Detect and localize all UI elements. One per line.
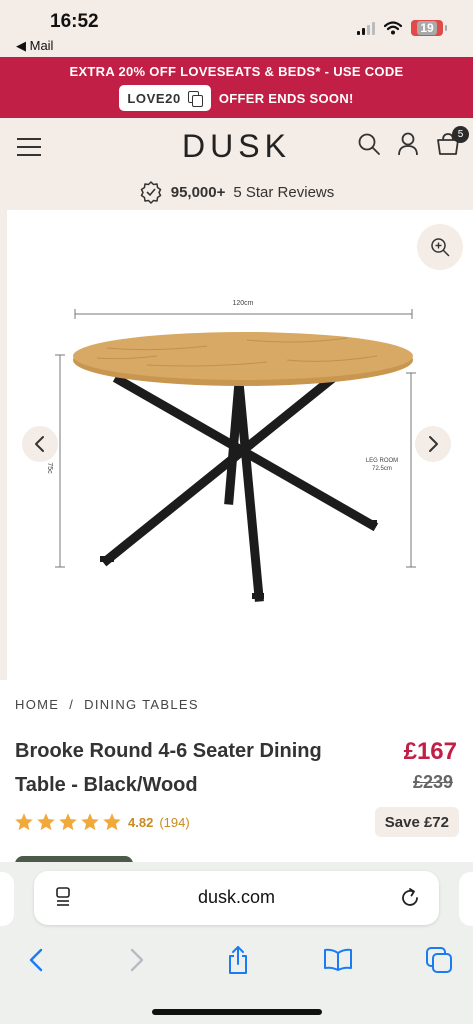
promo-banner: EXTRA 20% OFF LOVESEATS & BEDS* - USE CO… xyxy=(0,57,473,118)
share-icon xyxy=(228,946,247,974)
leg-room-value: 72.5cm xyxy=(372,466,392,472)
reviews-label: 5 Star Reviews xyxy=(233,183,335,201)
status-bar: 16:52 ◀ Mail 19 xyxy=(0,0,473,57)
review-badge-icon xyxy=(140,181,161,204)
product-price: £167 xyxy=(403,738,457,765)
zoom-button[interactable] xyxy=(417,224,463,270)
product-rating[interactable]: 4.82 (194) xyxy=(14,812,190,832)
cart-count-badge: 5 xyxy=(452,126,469,143)
width-dimension-label: 120cm xyxy=(232,300,253,307)
promo-code-copy-button[interactable]: LOVE20 xyxy=(119,85,211,111)
tabs-button[interactable] xyxy=(423,944,455,976)
rating-count: (194) xyxy=(159,814,190,830)
reload-icon[interactable] xyxy=(399,887,421,909)
clock: 16:52 xyxy=(50,11,99,32)
reviews-count: 95,000+ xyxy=(170,183,226,201)
promo-line: EXTRA 20% OFF LOVESEATS & BEDS* - USE CO… xyxy=(69,64,404,79)
battery-icon: 19 xyxy=(411,20,447,36)
back-to-mail-link[interactable]: ◀ Mail xyxy=(16,38,53,54)
chevron-right-icon xyxy=(429,436,438,452)
product-title: Brooke Round 4-6 Seater Dining Table - B… xyxy=(15,740,322,796)
previous-tab-peek[interactable] xyxy=(0,872,14,926)
breadcrumb-separator: / xyxy=(69,697,75,712)
status-icons: 19 xyxy=(357,20,447,36)
battery-level: 19 xyxy=(417,21,437,35)
search-icon[interactable] xyxy=(357,132,381,156)
address-bar[interactable]: dusk.com xyxy=(34,871,439,925)
savings-badge: Save £72 xyxy=(374,807,459,837)
back-button[interactable] xyxy=(20,944,52,976)
next-tab-peek[interactable] xyxy=(459,872,473,926)
breadcrumb: HOME / DINING TABLES xyxy=(15,697,199,712)
account-icon[interactable] xyxy=(397,132,419,156)
copy-icon xyxy=(187,90,203,107)
back-icon xyxy=(29,948,43,972)
star-icon xyxy=(59,813,77,831)
promo-ends-text: OFFER ENDS SOON! xyxy=(218,90,354,106)
forward-button[interactable] xyxy=(121,944,153,976)
forward-icon xyxy=(130,948,143,972)
share-button[interactable] xyxy=(222,944,254,976)
rating-stars xyxy=(14,812,122,832)
next-image-button[interactable] xyxy=(415,426,451,462)
tabs-icon xyxy=(426,947,452,973)
home-indicator xyxy=(152,1009,322,1015)
cart-button[interactable]: 5 xyxy=(435,126,469,156)
original-price: £239 xyxy=(412,772,453,792)
star-icon xyxy=(15,813,33,831)
previous-image-button[interactable] xyxy=(22,426,58,462)
star-icon xyxy=(37,813,55,831)
browser-toolbar: dusk.com xyxy=(0,862,473,1024)
site-header: DUSK 5 95,000+ 5 Star Reviews xyxy=(0,118,473,210)
bookmarks-button[interactable] xyxy=(322,944,354,976)
star-icon xyxy=(103,813,121,831)
cellular-signal-icon xyxy=(357,21,375,35)
chevron-left-icon xyxy=(35,436,44,452)
wifi-icon xyxy=(384,21,402,35)
bookmarks-icon xyxy=(324,948,353,971)
zoom-icon xyxy=(431,238,450,257)
leg-room-label: LEG ROOM xyxy=(366,458,398,464)
reviews-strip[interactable]: 95,000+ 5 Star Reviews xyxy=(0,180,473,204)
url-domain: dusk.com xyxy=(197,887,276,907)
product-gallery: 120cm 75c LEG ROOM 72.5cm xyxy=(0,210,473,680)
table-illustration: 120cm 75c LEG ROOM 72.5cm xyxy=(46,300,416,602)
breadcrumb-home[interactable]: HOME xyxy=(15,697,59,712)
breadcrumb-dining-tables[interactable]: DINING TABLES xyxy=(84,697,199,712)
height-dimension-label: 75c xyxy=(46,462,53,474)
star-icon xyxy=(81,813,99,831)
product-image: 120cm 75c LEG ROOM 72.5cm xyxy=(7,210,473,680)
rating-value: 4.82 xyxy=(128,814,154,830)
promo-code: LOVE20 xyxy=(127,90,181,106)
